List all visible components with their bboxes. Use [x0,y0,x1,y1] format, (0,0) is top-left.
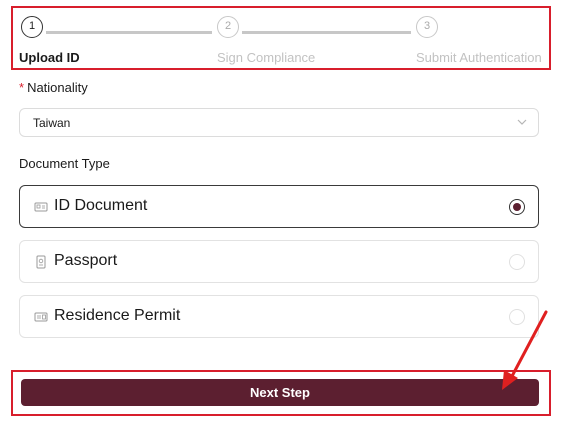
nationality-value: Taiwan [33,116,71,130]
step-1-circle: 1 [21,16,43,38]
step-1-label: Upload ID [19,50,80,65]
residence-permit-icon [34,312,48,322]
option-label: Residence Permit [54,307,181,324]
step-connector-1 [46,31,212,34]
nationality-label: * Nationality [19,80,88,95]
option-passport[interactable]: Passport [19,240,539,283]
option-id-document[interactable]: ID Document [19,185,539,228]
step-2-circle: 2 [217,16,239,38]
required-mark: * [19,80,25,95]
next-step-button[interactable]: Next Step [21,379,539,406]
step-3-label: Submit Authentication [416,50,542,65]
chevron-down-icon [517,119,527,125]
id-card-icon [34,202,48,212]
step-3-circle: 3 [416,16,438,38]
annotation-arrow-icon [502,310,548,390]
passport-icon [36,255,46,269]
nationality-select[interactable]: Taiwan [19,108,539,137]
nationality-label-text: Nationality [27,80,88,95]
option-label: ID Document [54,197,148,214]
step-2-label: Sign Compliance [217,50,316,65]
radio-id-document[interactable] [509,199,525,215]
step-connector-2 [242,31,411,34]
option-label: Passport [54,252,118,269]
next-step-highlight: Next Step [11,370,551,416]
stepper-highlight: 1 2 3 Upload ID Sign Compliance Submit A… [11,6,551,70]
document-type-label: Document Type [19,156,110,171]
radio-passport[interactable] [509,254,525,270]
option-residence-permit[interactable]: Residence Permit [19,295,539,338]
